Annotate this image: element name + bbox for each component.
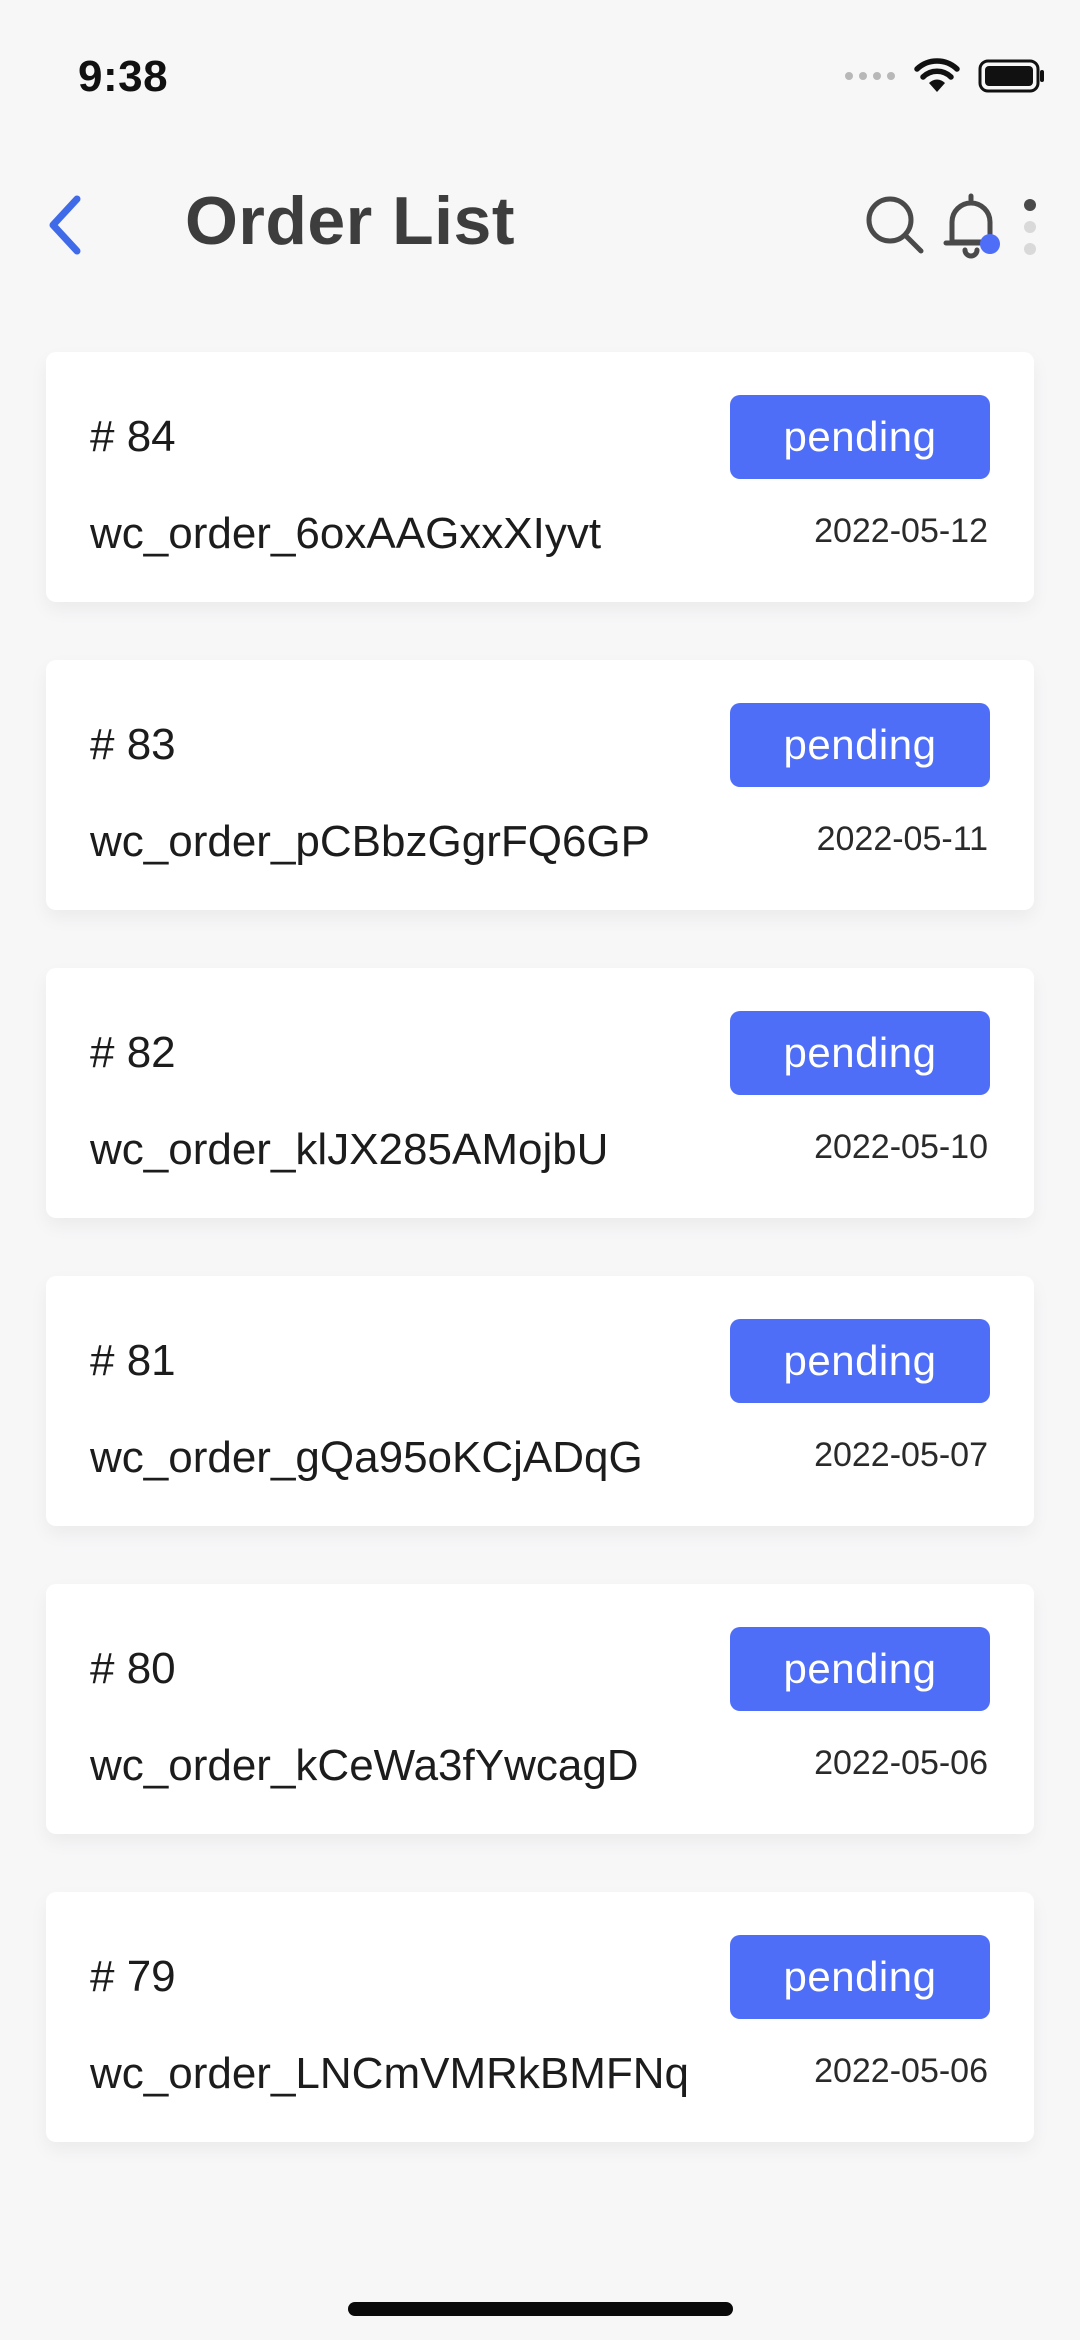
order-card[interactable]: # 84 pending wc_order_6oxAAGxxXIyvt 2022… bbox=[46, 352, 1034, 602]
status-bar: 9:38 bbox=[0, 0, 1080, 140]
back-button[interactable] bbox=[30, 190, 100, 260]
order-key: wc_order_kCeWa3fYwcagD bbox=[90, 1741, 639, 1790]
chevron-left-icon bbox=[49, 195, 81, 255]
order-key: wc_order_pCBbzGgrFQ6GP bbox=[90, 817, 650, 866]
order-key: wc_order_LNCmVMRkBMFNq bbox=[90, 2049, 690, 2098]
order-number: # 84 bbox=[90, 412, 176, 461]
search-icon bbox=[866, 196, 924, 254]
search-button[interactable] bbox=[860, 190, 930, 260]
status-badge: pending bbox=[730, 1319, 990, 1403]
status-badge: pending bbox=[730, 703, 990, 787]
wifi-icon bbox=[914, 58, 960, 92]
app-header: Order List bbox=[0, 160, 1080, 290]
order-card[interactable]: # 83 pending wc_order_pCBbzGgrFQ6GP 2022… bbox=[46, 660, 1034, 910]
order-date: 2022-05-06 bbox=[814, 2052, 988, 2090]
order-card[interactable]: # 81 pending wc_order_gQa95oKCjADqG 2022… bbox=[46, 1276, 1034, 1526]
status-icons bbox=[844, 56, 1046, 96]
order-key: wc_order_klJX285AMojbU bbox=[90, 1125, 609, 1174]
order-number: # 81 bbox=[90, 1336, 176, 1385]
status-time: 9:38 bbox=[78, 52, 169, 101]
bell-icon bbox=[943, 193, 1000, 259]
status-badge: pending bbox=[730, 395, 990, 479]
order-number: # 80 bbox=[90, 1644, 176, 1693]
battery-icon bbox=[978, 59, 1044, 93]
order-number: # 83 bbox=[90, 720, 176, 769]
order-key: wc_order_6oxAAGxxXIyvt bbox=[90, 509, 602, 558]
status-badge: pending bbox=[730, 1011, 990, 1095]
order-list: # 84 pending wc_order_6oxAAGxxXIyvt 2022… bbox=[46, 352, 1034, 2200]
notifications-button[interactable] bbox=[938, 188, 1008, 262]
order-number: # 82 bbox=[90, 1028, 176, 1077]
page-title: Order List bbox=[185, 183, 515, 259]
order-list-screen: 9:38 Order List # 84 pending wc_order_6o… bbox=[0, 0, 1080, 2340]
order-card[interactable]: # 79 pending wc_order_LNCmVMRkBMFNq 2022… bbox=[46, 1892, 1034, 2142]
home-indicator[interactable] bbox=[348, 2302, 733, 2316]
status-badge: pending bbox=[730, 1935, 990, 2019]
order-date: 2022-05-07 bbox=[814, 1436, 988, 1474]
order-date: 2022-05-06 bbox=[814, 1744, 988, 1782]
status-badge: pending bbox=[730, 1627, 990, 1711]
more-vertical-icon bbox=[1024, 199, 1036, 255]
notification-dot bbox=[980, 234, 1000, 254]
order-number: # 79 bbox=[90, 1952, 176, 2001]
order-date: 2022-05-11 bbox=[816, 820, 988, 858]
order-date: 2022-05-12 bbox=[814, 512, 988, 550]
order-card[interactable]: # 80 pending wc_order_kCeWa3fYwcagD 2022… bbox=[46, 1584, 1034, 1834]
more-options-button[interactable] bbox=[1010, 190, 1050, 260]
order-card[interactable]: # 82 pending wc_order_klJX285AMojbU 2022… bbox=[46, 968, 1034, 1218]
order-key: wc_order_gQa95oKCjADqG bbox=[90, 1433, 643, 1482]
order-date: 2022-05-10 bbox=[814, 1128, 988, 1166]
cellular-signal-icon bbox=[845, 72, 895, 80]
